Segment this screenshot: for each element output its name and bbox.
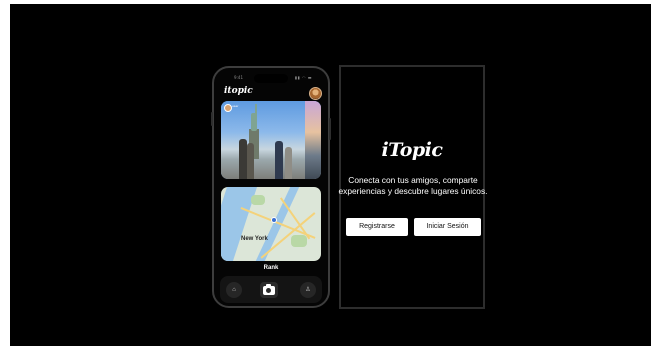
landing-description: Conecta con tus amigos, comparte experie… — [338, 175, 488, 196]
profile-tab-icon[interactable]: ♙ — [300, 282, 316, 298]
bottom-tab-bar: ⌂ ♙ — [220, 276, 322, 303]
map-pin-icon[interactable] — [271, 217, 277, 223]
phone-side-button — [329, 118, 331, 140]
landing-screen: iTopic Conecta con tus amigos, comparte … — [339, 65, 487, 309]
next-story-preview[interactable] — [305, 101, 321, 179]
person-figure — [247, 143, 254, 179]
status-icons: ▮▮ ◠ ▬ — [294, 75, 312, 80]
map-city-label: New York — [241, 236, 268, 242]
rank-label[interactable]: Rank — [214, 265, 328, 271]
phone-side-button — [211, 112, 213, 126]
camera-icon-lens — [266, 288, 271, 293]
app-logo: itopic — [224, 86, 253, 96]
person-figure — [239, 139, 247, 179]
feed-photo-card[interactable]: user — [221, 101, 321, 179]
phone-mockup: 9:41 ▮▮ ◠ ▬ itopic user New York Rank ⌂ … — [212, 66, 330, 308]
landing-title: iTopic — [381, 139, 443, 161]
dynamic-island — [254, 74, 288, 83]
register-button[interactable]: Registrarse — [346, 218, 408, 236]
person-figure — [285, 147, 292, 179]
post-author-name: user — [232, 104, 239, 108]
person-figure — [275, 141, 283, 179]
status-time: 9:41 — [234, 75, 243, 80]
statue-figure — [251, 113, 257, 131]
map-park — [291, 235, 307, 247]
map-park — [251, 195, 265, 205]
statue-torch-arm — [255, 104, 257, 115]
home-tab-icon[interactable]: ⌂ — [226, 282, 242, 298]
camera-tab-icon[interactable] — [260, 282, 278, 298]
map-card[interactable]: New York — [221, 187, 321, 261]
post-author-avatar — [224, 104, 232, 112]
profile-avatar[interactable] — [309, 87, 322, 100]
login-button[interactable]: Iniciar Sesión — [414, 218, 481, 236]
presentation-stage: 9:41 ▮▮ ◠ ▬ itopic user New York Rank ⌂ … — [10, 4, 651, 346]
